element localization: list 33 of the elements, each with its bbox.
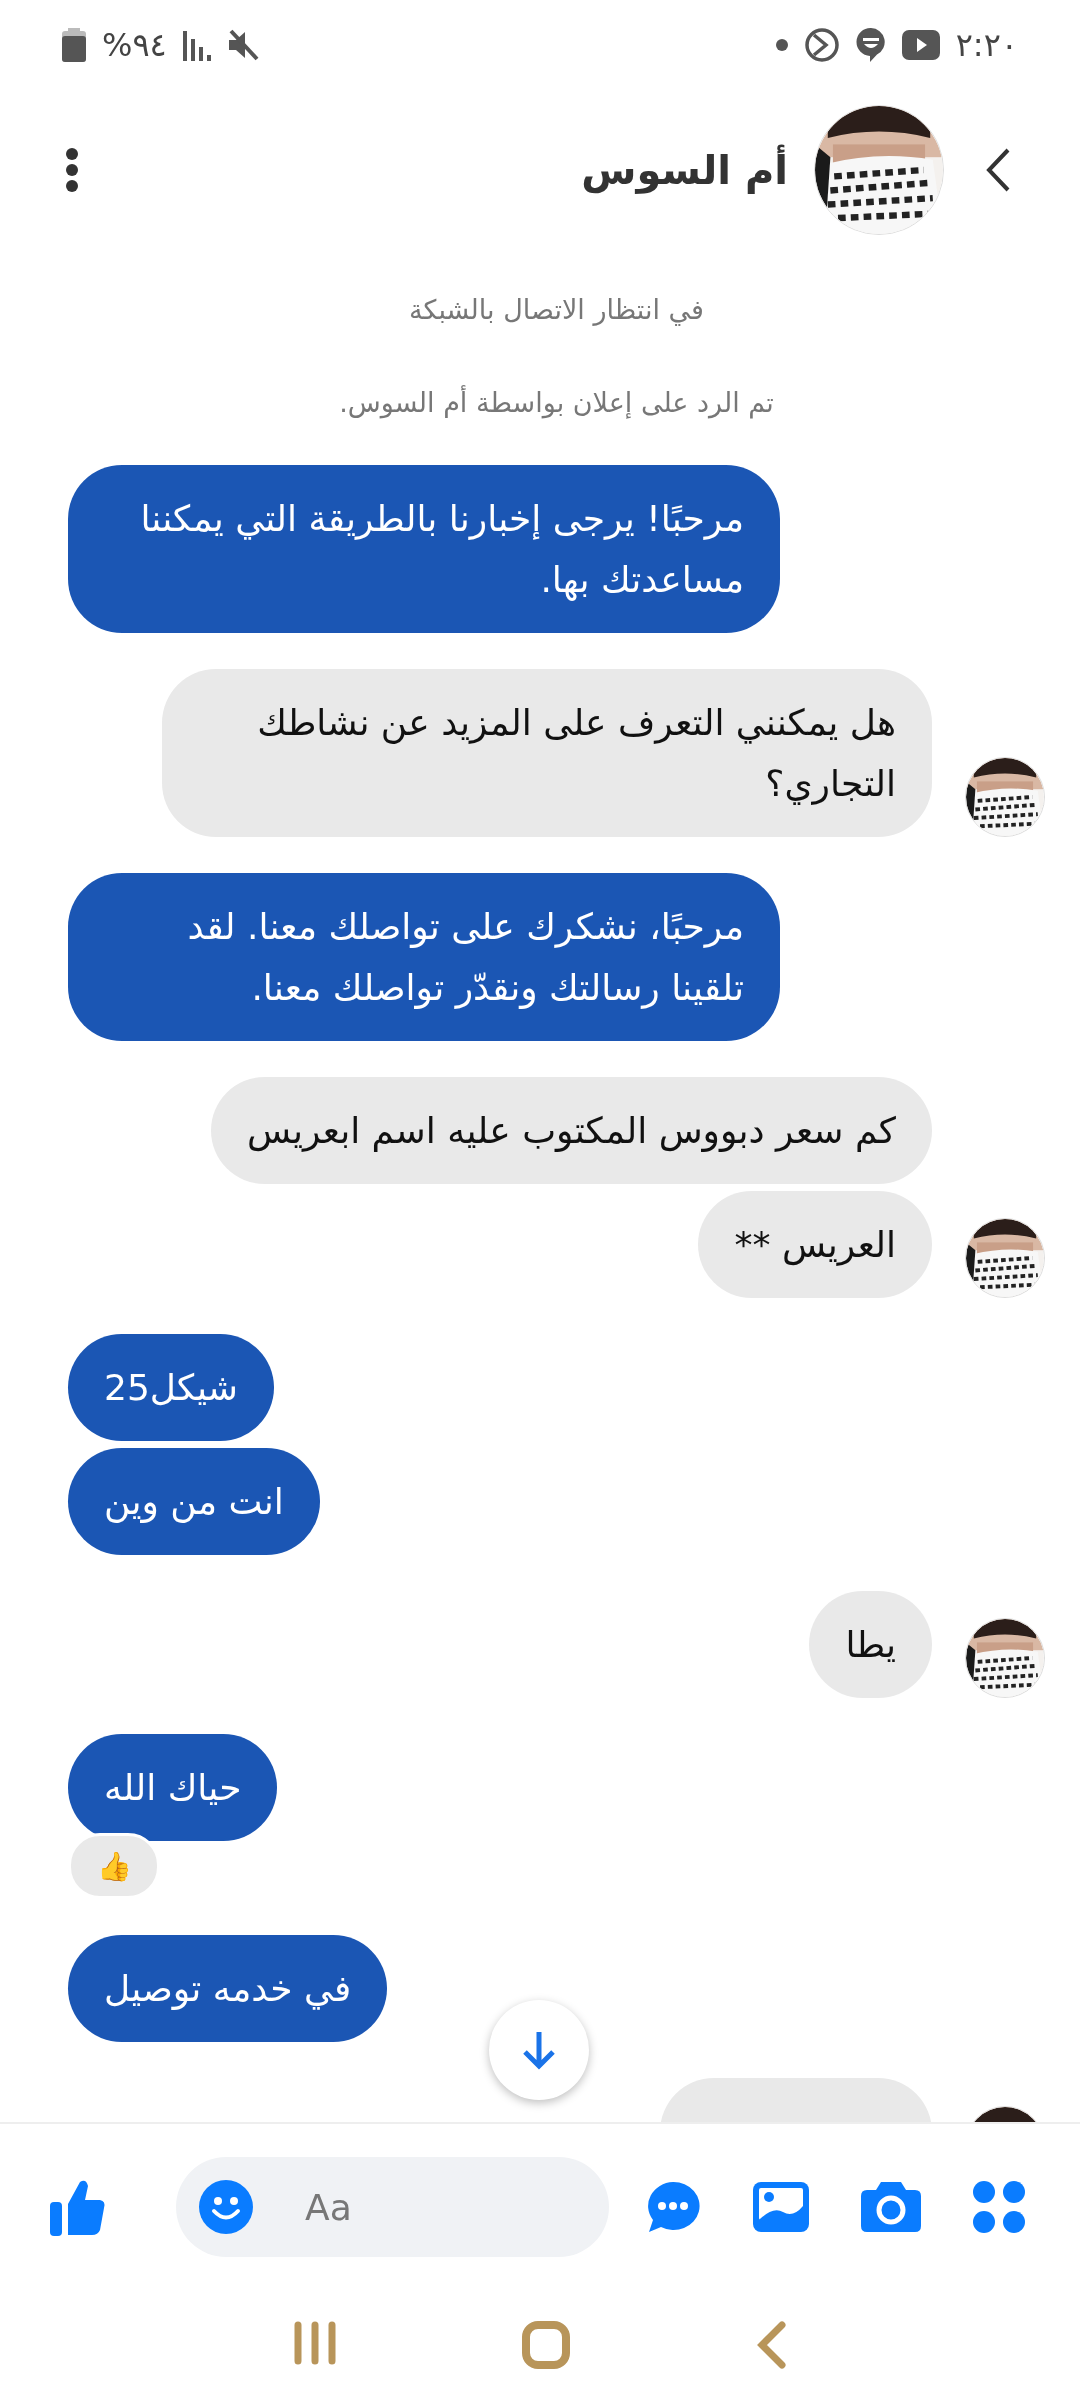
emoji-icon[interactable] xyxy=(199,2180,253,2234)
battery-icon xyxy=(62,28,86,62)
message-bubble: كم سعر دبووس المكتوب عليه اسم ابعريس xyxy=(211,1077,932,1184)
arrow-down-icon xyxy=(521,2030,557,2070)
message-bubble: انت من وين xyxy=(68,1448,320,1555)
video-icon xyxy=(901,30,940,60)
more-options-button[interactable] xyxy=(64,148,80,192)
camera-button[interactable] xyxy=(861,2182,921,2232)
notice-text: تم الرد على إعلان بواسطة أم السوس. xyxy=(339,384,774,421)
message-bubble: شيكل25 xyxy=(68,1334,274,1441)
message-bubble: مرحبًا، نشكرك على تواصلك معنا. لقد تلقينا رسالتك ونقدّر تواصلك معنا. xyxy=(68,873,780,1041)
message-bubble: مرحبًا! يرجى إخبارنا بالطريقة التي يمكننا مساعدتك بها. xyxy=(68,465,780,633)
chat-bubble-button[interactable] xyxy=(645,2180,701,2234)
message-bubble: هل يمكنني التعرف على المزيد عن نشاطك التجاري؟ xyxy=(162,669,932,837)
home-button[interactable] xyxy=(521,2320,571,2370)
signal-icon xyxy=(182,29,211,61)
like-button[interactable] xyxy=(50,2178,106,2236)
notice-text: في انتظار الاتصال بالشبكة xyxy=(409,293,704,328)
message-input-field[interactable]: Aa xyxy=(303,2185,547,2229)
clock-time: ٢:٢٠ xyxy=(955,26,1018,64)
message-bubble: في خدمه توصيل xyxy=(68,1935,388,2042)
battery-level: %٩٤ xyxy=(102,26,167,64)
message-bubble: حياك الله xyxy=(68,1734,278,1841)
message-bubble: العريس ** xyxy=(698,1191,932,1298)
apps-button[interactable] xyxy=(973,2181,1025,2233)
back-button[interactable] xyxy=(984,147,1012,193)
gallery-button[interactable] xyxy=(753,2182,809,2232)
reaction-emoji: 👍 xyxy=(68,1833,160,1899)
message-bubble: يطا xyxy=(809,1591,932,1698)
emoji-bubble-icon xyxy=(855,27,886,63)
mute-icon xyxy=(226,29,259,61)
scroll-down-button[interactable] xyxy=(489,2000,589,2100)
dot-icon xyxy=(775,39,788,51)
